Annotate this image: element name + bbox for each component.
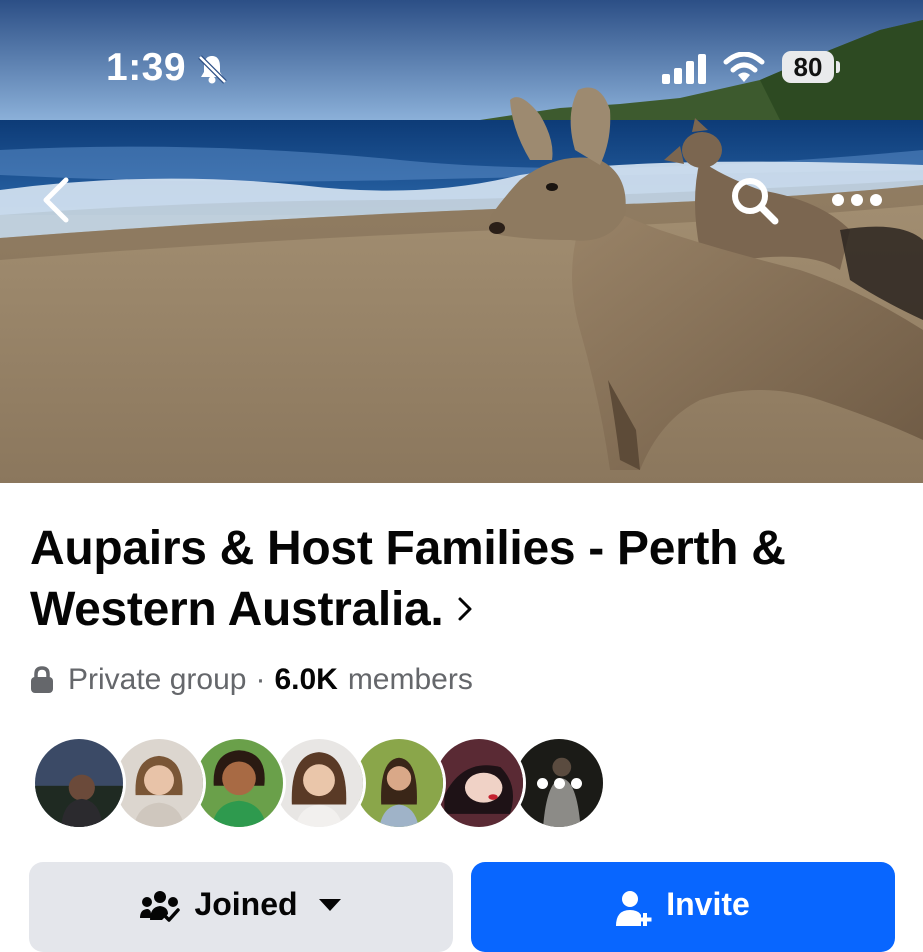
chevron-right-icon[interactable] [457,596,473,622]
privacy-label: Private group [68,663,247,696]
status-bar: 1:39 80 [0,46,923,92]
invite-label: Invite [666,886,750,922]
wifi-icon [723,52,765,82]
joined-button[interactable]: Joined [29,862,453,952]
member-avatar[interactable] [272,736,366,830]
battery-percent: 80 [793,52,823,82]
add-person-icon [616,891,652,926]
more-icon[interactable] [830,188,884,212]
more-members-avatar[interactable] [512,736,606,830]
status-time: 1:39 [106,46,187,89]
member-avatar[interactable] [432,736,526,830]
joined-label: Joined [194,886,298,922]
meta-separator: · [255,663,266,696]
group-members-icon [140,891,181,922]
caret-down-icon [318,899,341,911]
lock-icon [31,666,53,693]
member-avatar[interactable] [352,736,446,830]
cellular-signal-icon [662,54,706,84]
member-avatar[interactable] [32,736,126,830]
members-label[interactable]: members [348,663,473,697]
group-meta: Private group · 6.0K members [30,660,473,700]
member-count[interactable]: 6.0K [274,663,337,697]
more-icon [515,739,603,827]
bell-slash-icon [198,55,227,84]
battery-icon: 80 [782,51,840,85]
back-chevron-icon[interactable] [38,176,74,224]
group-cover-photo[interactable]: 1:39 80 [0,0,923,483]
group-title-text: Aupairs & Host Families - Perth & Wester… [30,522,786,636]
member-avatar[interactable] [112,736,206,830]
member-avatar[interactable] [192,736,286,830]
search-icon[interactable] [728,174,780,226]
group-title[interactable]: Aupairs & Host Families - Perth & Wester… [30,518,900,640]
invite-button[interactable]: Invite [471,862,895,952]
